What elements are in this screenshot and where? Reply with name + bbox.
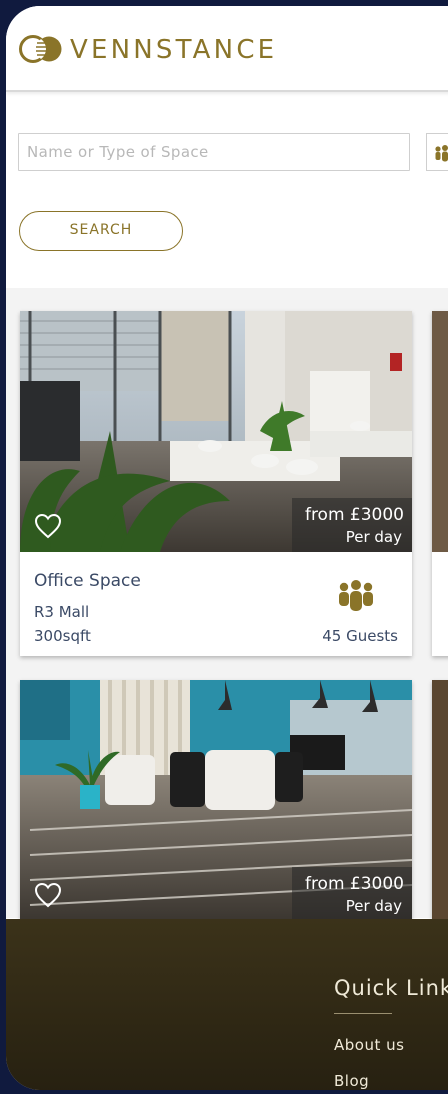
listings-grid: from £3000 Per day Office Space R3 Mall … xyxy=(6,288,448,940)
brand-name: VENNSTANCE xyxy=(70,35,278,65)
group-people-icon xyxy=(339,580,373,611)
search-button[interactable]: SEARCH xyxy=(19,211,183,251)
footer-link-about-us[interactable]: About us xyxy=(334,1036,404,1054)
favorite-heart-icon[interactable] xyxy=(34,882,62,908)
footer: Quick Link About us Blog xyxy=(6,919,448,1090)
quick-links-heading: Quick Link xyxy=(334,976,448,1000)
space-search-input[interactable] xyxy=(18,133,410,171)
listing-title[interactable]: Office Space xyxy=(34,571,141,591)
vennstance-logo-icon[interactable] xyxy=(18,34,66,64)
listing-photo: from £3000 Per day xyxy=(20,311,412,552)
guests-selector[interactable] xyxy=(426,133,448,171)
price-tag: from £3000 Per day xyxy=(292,498,412,552)
listing-guests: 45 Guests xyxy=(322,627,398,645)
footer-link-blog[interactable]: Blog xyxy=(334,1072,369,1090)
listing-card-peek[interactable] xyxy=(432,311,448,656)
price-per: Per day xyxy=(345,897,402,915)
group-people-icon xyxy=(435,145,448,162)
price-from: from £3000 xyxy=(304,505,404,525)
listing-card[interactable]: from £3000 Per day Office Space R3 Mall … xyxy=(20,311,412,656)
price-per: Per day xyxy=(345,528,402,546)
listing-size: 300sqft xyxy=(34,627,91,645)
price-tag: from £3000 Per day xyxy=(292,867,412,921)
app-screen: VENNSTANCE SEARCH xyxy=(6,6,448,1090)
listing-photo xyxy=(432,680,448,921)
favorite-heart-icon[interactable] xyxy=(34,513,62,539)
listing-location: R3 Mall xyxy=(34,603,90,621)
top-navbar: VENNSTANCE xyxy=(6,6,448,92)
price-from: from £3000 xyxy=(304,874,404,894)
heading-underline xyxy=(334,1013,392,1014)
listing-card-peek[interactable] xyxy=(432,680,448,940)
listing-photo xyxy=(432,311,448,552)
listing-photo: from £3000 Per day xyxy=(20,680,412,921)
listing-card[interactable]: from £3000 Per day xyxy=(20,680,412,940)
footer-background xyxy=(6,919,448,1090)
